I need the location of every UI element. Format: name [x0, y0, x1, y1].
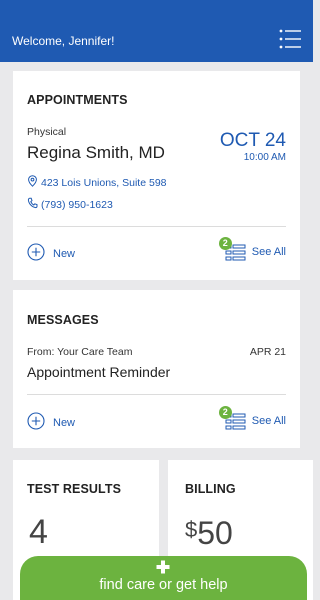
- billing-title: BILLING: [185, 482, 236, 496]
- see-all-messages-button[interactable]: 2 See All: [218, 406, 286, 431]
- amount-value: 50: [197, 515, 233, 551]
- message-subject[interactable]: Appointment Reminder: [27, 364, 170, 380]
- appointments-card: APPOINTMENTS Physical Regina Smith, MD O…: [13, 71, 300, 280]
- find-care-label: find care or get help: [99, 577, 228, 593]
- list-icon: 2: [218, 406, 246, 431]
- menu-icon[interactable]: [279, 27, 301, 53]
- test-results-title: TEST RESULTS: [27, 482, 122, 496]
- location-pin-icon: [27, 175, 38, 190]
- see-all-label: See All: [251, 246, 286, 258]
- list-icon: 2: [218, 237, 246, 262]
- appointment-type: Physical: [27, 126, 67, 138]
- new-message-button[interactable]: New: [27, 412, 75, 433]
- messages-card: MESSAGES From: Your Care Team APR 21 App…: [13, 290, 300, 448]
- new-label: New: [53, 416, 76, 429]
- appointment-time: 10:00 AM: [243, 152, 286, 163]
- appointment-doctor: Regina Smith, MD: [27, 143, 165, 162]
- count-badge: 2: [218, 406, 232, 419]
- message-date: APR 21: [249, 346, 286, 358]
- welcome-text: Welcome, Jennifer!: [12, 34, 115, 48]
- count-badge: 2: [218, 237, 232, 250]
- see-all-appointments-button[interactable]: 2 See All: [218, 237, 286, 262]
- appointments-title: APPOINTMENTS: [27, 93, 128, 107]
- message-from: From: Your Care Team: [27, 346, 133, 358]
- divider: [27, 226, 286, 227]
- plus-circle-icon: [27, 243, 45, 264]
- address-text: 423 Lois Unions, Suite 598: [41, 176, 167, 189]
- header-bar: Welcome, Jennifer!: [0, 0, 313, 62]
- messages-title: MESSAGES: [27, 313, 99, 327]
- phone-icon: [27, 197, 38, 212]
- test-results-count: 4: [29, 513, 48, 551]
- new-appointment-button[interactable]: New: [27, 243, 75, 264]
- see-all-label: See All: [251, 415, 286, 427]
- medical-cross-icon: [156, 560, 170, 574]
- appointment-date: OCT 24: [219, 130, 286, 151]
- appointment-phone[interactable]: (793) 950-1623: [27, 197, 113, 212]
- plus-circle-icon: [27, 412, 45, 433]
- phone-text: (793) 950-1623: [41, 198, 113, 211]
- billing-amount: $50: [185, 515, 233, 552]
- divider: [27, 394, 286, 395]
- currency-symbol: $: [185, 517, 198, 542]
- appointment-address[interactable]: 423 Lois Unions, Suite 598: [27, 175, 167, 190]
- find-care-button[interactable]: find care or get help: [20, 556, 307, 600]
- new-label: New: [53, 247, 76, 260]
